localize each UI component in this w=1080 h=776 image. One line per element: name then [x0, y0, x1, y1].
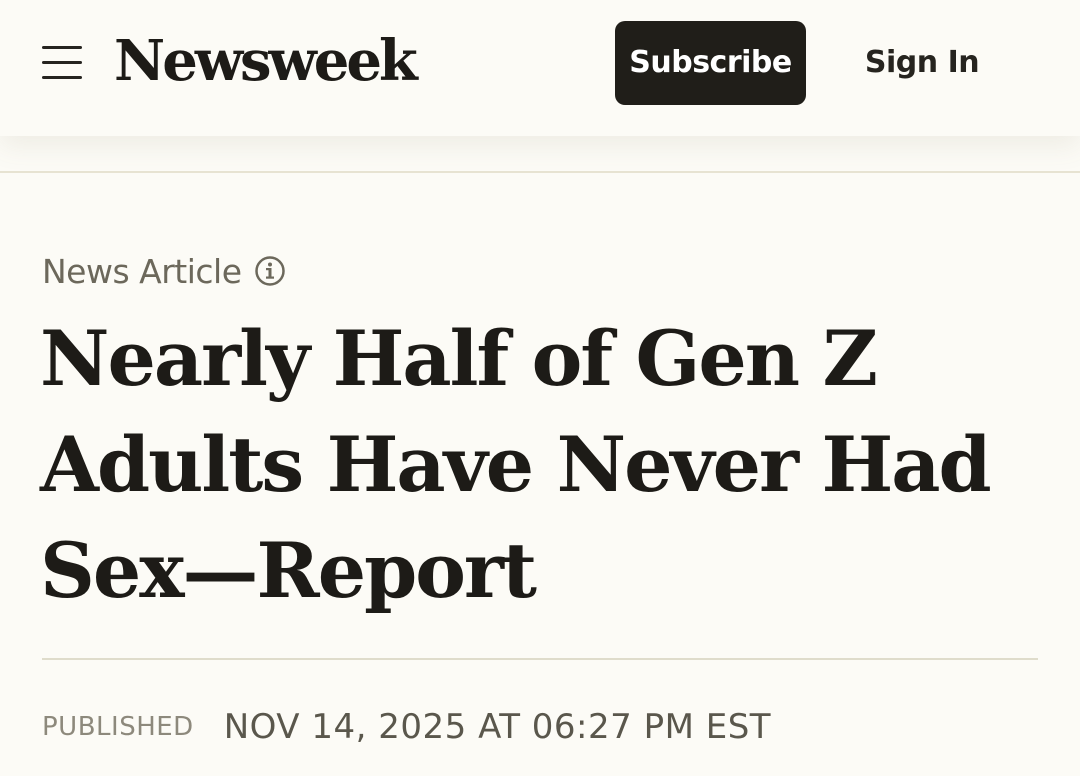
subscribe-button[interactable]: Subscribe [615, 21, 806, 105]
published-info: PUBLISHED NOV 14, 2025 AT 06:27 PM EST [42, 704, 771, 750]
site-logo[interactable]: Newsweek [114, 26, 418, 96]
article-type: News Article [42, 248, 286, 294]
article-type-label: News Article [42, 251, 242, 291]
content-divider [42, 658, 1038, 660]
published-label: PUBLISHED [42, 712, 194, 742]
site-header: Newsweek Subscribe Sign In [0, 0, 1080, 136]
article-headline: Nearly Half of Gen Z Adults Have Never H… [40, 314, 992, 615]
published-date: NOV 14, 2025 AT 06:27 PM EST [223, 707, 772, 747]
sign-in-button[interactable]: Sign In [860, 21, 984, 105]
hamburger-menu-icon[interactable] [42, 42, 84, 80]
info-circle-icon[interactable] [254, 255, 286, 287]
header-divider [0, 171, 1080, 173]
